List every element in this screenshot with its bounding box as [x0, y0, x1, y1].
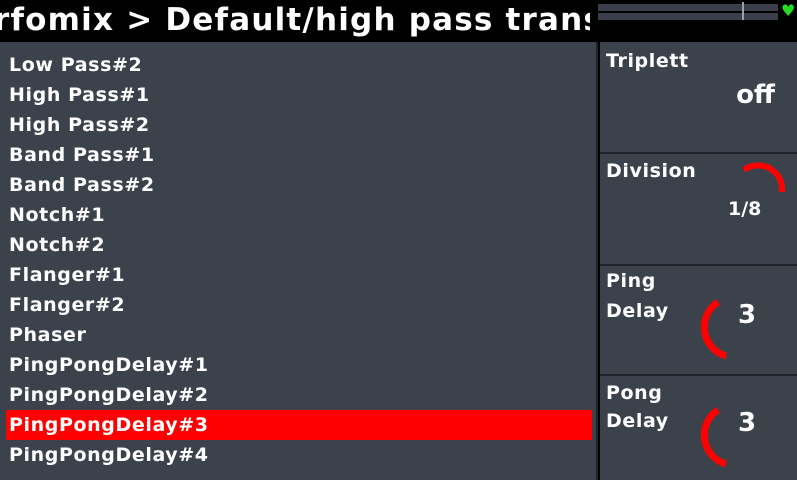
list-item[interactable]: High Pass#2 — [6, 110, 592, 140]
param-triplett[interactable]: Triplett off — [600, 42, 797, 154]
list-item[interactable]: Band Pass#1 — [6, 140, 592, 170]
knob-arc-icon — [700, 407, 728, 468]
list-item[interactable]: Notch#2 — [6, 230, 592, 260]
param-ping-delay[interactable]: Ping Delay 3 — [600, 266, 797, 376]
page-title: rfomix > Default/high pass trans — [0, 2, 590, 38]
param-label: Ping — [606, 270, 656, 292]
param-division[interactable]: Division 1/8 — [600, 154, 797, 266]
level-meter-left — [598, 4, 778, 11]
list-item[interactable]: Flanger#2 — [6, 290, 592, 320]
knob-arc-icon — [700, 299, 728, 360]
title-bar: rfomix > Default/high pass trans — [0, 0, 590, 42]
param-value: off — [736, 80, 775, 110]
list-item-selected[interactable]: PingPongDelay#3 — [6, 410, 592, 440]
param-label: Triplett — [606, 50, 689, 72]
list-item[interactable]: Low Pass#2 — [6, 50, 592, 80]
parameter-panel: Triplett off Division 1/8 Ping Delay 3 P… — [600, 42, 797, 480]
list-item[interactable]: Flanger#1 — [6, 260, 592, 290]
param-label: Delay — [606, 300, 669, 322]
list-item[interactable]: High Pass#1 — [6, 80, 592, 110]
list-item[interactable]: PingPongDelay#4 — [6, 440, 592, 470]
list-item[interactable]: PingPongDelay#1 — [6, 350, 592, 380]
list-item[interactable]: Phaser — [6, 320, 592, 350]
level-meter-right — [598, 13, 778, 20]
meter-peak-marker — [742, 2, 744, 20]
level-meters — [598, 2, 778, 24]
param-label: Division — [606, 160, 697, 182]
param-label: Pong — [606, 382, 663, 404]
effects-list[interactable]: Low Pass#2 High Pass#1 High Pass#2 Band … — [0, 42, 598, 480]
param-label: Delay — [606, 410, 669, 432]
param-value: 3 — [738, 408, 757, 438]
list-item[interactable]: Band Pass#2 — [6, 170, 592, 200]
list-item[interactable]: Notch#1 — [6, 200, 592, 230]
param-pong-delay[interactable]: Pong Delay 3 — [600, 376, 797, 480]
param-value: 3 — [738, 300, 757, 330]
param-value: 1/8 — [728, 198, 762, 220]
list-item[interactable]: PingPongDelay#2 — [6, 380, 592, 410]
heart-icon: ♥ — [781, 1, 796, 20]
